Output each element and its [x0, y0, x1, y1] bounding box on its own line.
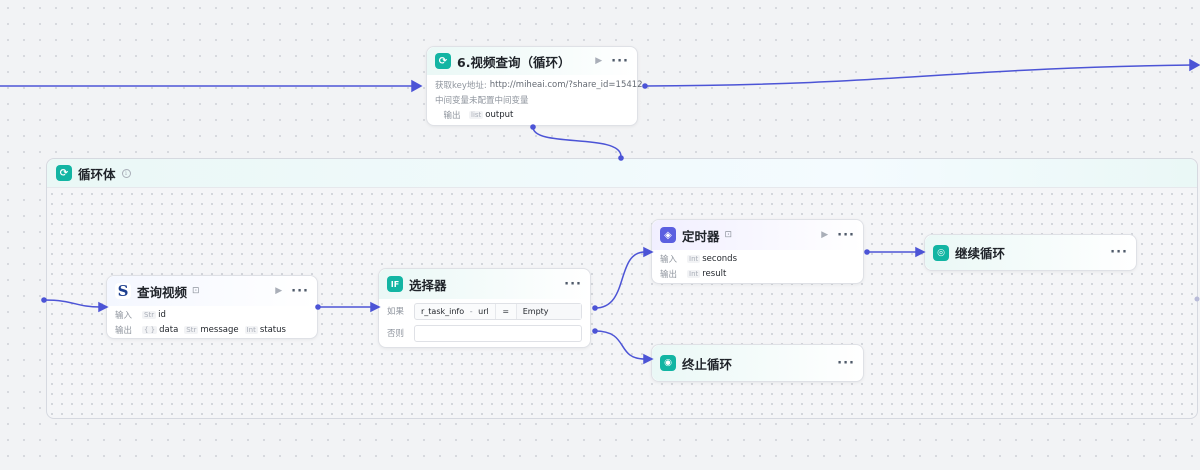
port-video-query-out	[642, 83, 648, 89]
condition-operator[interactable]: =	[494, 303, 517, 319]
input-type: Int	[687, 254, 701, 263]
fetch-url-row: 获取key地址: http://miheai.com/?share_id=154…	[427, 77, 643, 92]
else-row: 否则	[379, 322, 590, 344]
fetch-url-value: http://miheai.com/?share_id=15412	[489, 79, 643, 90]
input-name: id	[158, 309, 166, 320]
output-type: Int	[687, 269, 701, 278]
more-icon[interactable]: ···	[611, 54, 629, 69]
selector-header: IF 选择器 ···	[379, 269, 590, 299]
output-row: 输出 Int result	[652, 266, 863, 281]
edge-video-query-to-loop-body	[532, 126, 622, 157]
condition-value[interactable]: Empty	[516, 303, 581, 319]
if-icon: IF	[387, 276, 403, 292]
more-icon[interactable]: ···	[291, 284, 309, 299]
video-query-loop-node[interactable]: ⟳ 6.视频查询（循环） ▶ ··· 获取key地址: http://mihea…	[426, 46, 643, 126]
output-pill: Int result	[687, 269, 726, 279]
break-loop-node[interactable]: ◉ 终止循环 ···	[651, 344, 864, 382]
output-name: message	[200, 324, 239, 335]
query-video-header: S 查询视频 ⊡ ▶ ···	[107, 276, 317, 306]
node-title: 定时器	[682, 228, 720, 244]
condition-separator: -	[469, 306, 473, 316]
cube-icon: ◈	[660, 227, 676, 243]
node-title: 选择器	[409, 277, 447, 293]
loop-arrows-icon: ⟳	[435, 53, 451, 69]
edge-video-query-to-next	[644, 64, 1194, 87]
edge-video-query-to-next-arrow	[1189, 58, 1200, 72]
input-row: 输入 Str id	[107, 307, 317, 322]
intermediate-variable-row: 中间变量 未配置中间变量	[427, 92, 637, 107]
output-pill: { } data	[142, 325, 178, 335]
else-branch-box[interactable]	[414, 324, 582, 342]
output-label: 输出	[660, 269, 678, 280]
node-title: 继续循环	[955, 246, 1006, 261]
output-name: output	[485, 109, 514, 120]
output-label: 输出	[115, 325, 133, 336]
output-type: Str	[184, 325, 199, 334]
output-pill: Str message	[184, 324, 239, 335]
if-condition-row: 如果 r_task_info - url = Empty	[379, 300, 590, 322]
input-name: seconds	[702, 253, 737, 264]
more-icon[interactable]: ···	[837, 356, 855, 371]
plugin-badge-icon: ⊡	[192, 286, 200, 296]
if-label: 如果	[387, 307, 405, 317]
output-pill: list output	[469, 110, 513, 120]
output-type: Int	[244, 325, 258, 334]
s-logo-icon: S	[115, 282, 131, 300]
timer-node[interactable]: ◈ 定时器 ⊡ ▶ ··· 输入 Int seconds 输出 Int resu…	[651, 219, 864, 284]
more-icon[interactable]: ···	[1110, 245, 1128, 260]
condition-variable[interactable]: r_task_info - url	[415, 307, 495, 316]
output-name: data	[159, 324, 179, 335]
loop-body-header: ⟳ 循环体 i	[47, 159, 1197, 188]
input-pill: Str id	[142, 310, 166, 320]
node-title: 终止循环	[682, 356, 733, 372]
input-label: 输入	[115, 310, 133, 321]
output-type: list	[469, 110, 484, 119]
if-condition-box[interactable]: r_task_info - url = Empty	[414, 302, 582, 320]
play-icon[interactable]: ▶	[595, 56, 602, 66]
output-label: 输出	[443, 110, 461, 121]
continue-loop-header: ◎ 继续循环 ···	[925, 235, 1136, 270]
output-name: status	[259, 324, 286, 335]
intermediate-variable-value: 未配置中间变量	[469, 95, 529, 106]
node-title: 6.视频查询（循环）	[457, 54, 571, 70]
edge-into-video-query-arrow	[411, 79, 423, 93]
input-label: 输入	[660, 254, 678, 265]
output-pill: Int status	[244, 324, 286, 335]
input-type: Str	[142, 310, 157, 319]
else-label: 否则	[387, 329, 405, 339]
condition-field: url	[478, 306, 489, 316]
break-loop-header: ◉ 终止循环 ···	[652, 345, 863, 381]
continue-icon: ◎	[933, 244, 949, 261]
more-icon[interactable]: ···	[837, 228, 855, 243]
query-video-node[interactable]: S 查询视频 ⊡ ▶ ··· 输入 Str id 输出 { } data Str…	[106, 275, 318, 339]
output-name: result	[702, 268, 727, 279]
output-row: 输出 { } data Str message Int status	[107, 322, 317, 337]
input-pill: Int seconds	[687, 254, 737, 264]
loop-arrows-icon: ⟳	[56, 165, 72, 181]
node-title: 查询视频	[137, 284, 188, 300]
fetch-url-label: 获取key地址:	[435, 80, 487, 91]
timer-header: ◈ 定时器 ⊡ ▶ ···	[652, 220, 863, 250]
output-row: 输出 list output	[427, 107, 637, 122]
more-icon[interactable]: ···	[564, 277, 582, 292]
play-icon[interactable]: ▶	[821, 230, 828, 240]
continue-loop-node[interactable]: ◎ 继续循环 ···	[924, 234, 1137, 271]
info-icon[interactable]: i	[121, 168, 131, 178]
output-type: { }	[142, 325, 158, 334]
condition-variable-name: r_task_info	[421, 306, 465, 316]
video-query-loop-header: ⟳ 6.视频查询（循环） ▶ ···	[427, 47, 637, 75]
input-row: 输入 Int seconds	[652, 251, 863, 266]
loop-body-title: 循环体	[78, 166, 116, 182]
intermediate-variable-label: 中间变量	[435, 95, 470, 106]
selector-node[interactable]: IF 选择器 ··· 如果 r_task_info - url = Empty …	[378, 268, 591, 348]
play-icon[interactable]: ▶	[275, 286, 282, 296]
plugin-badge-icon: ⊡	[724, 230, 733, 240]
stop-icon: ◉	[660, 355, 676, 371]
